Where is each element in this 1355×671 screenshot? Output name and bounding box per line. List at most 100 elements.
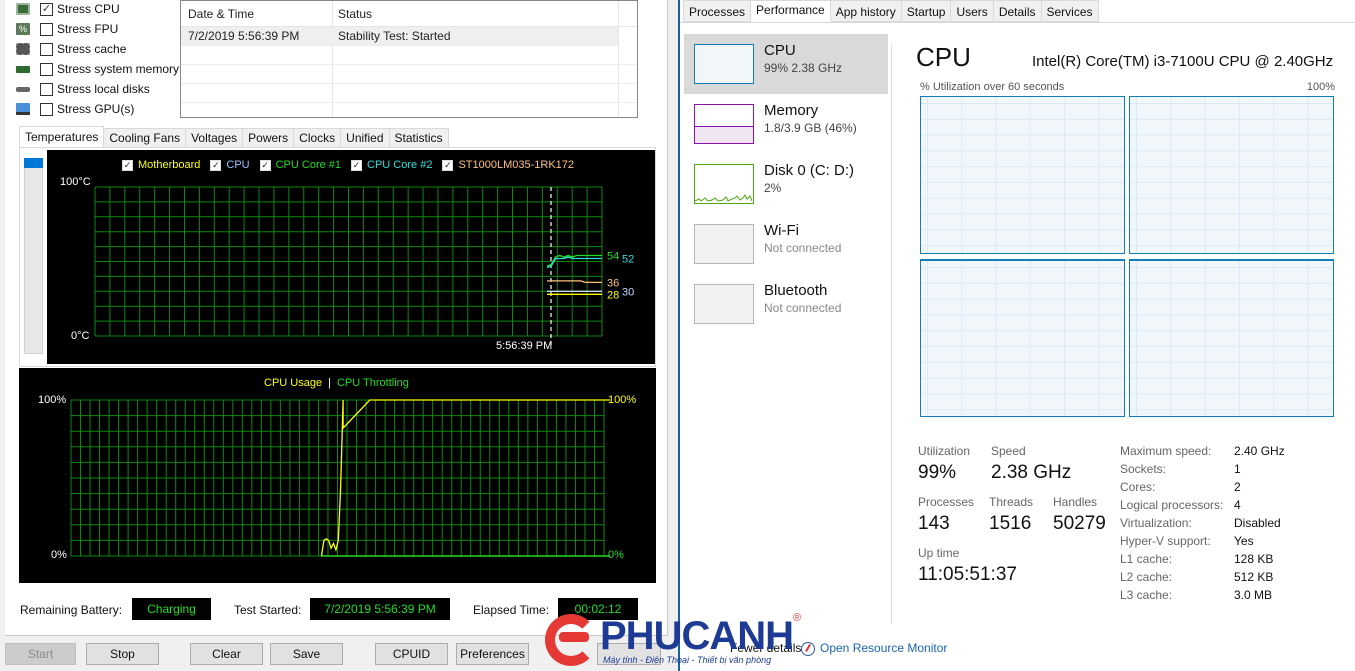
log-row-datetime: 7/2/2019 5:56:39 PM — [188, 29, 300, 43]
gpu-monitor-icon — [16, 103, 30, 115]
usage-grid — [70, 399, 605, 557]
series-end-label: 54 — [607, 251, 619, 263]
scrollbar-thumb[interactable] — [24, 158, 43, 168]
tab-processes[interactable]: Processes — [683, 0, 752, 22]
y-top-label-right: 100% — [608, 394, 636, 406]
resource-item-bluetooth[interactable]: Bluetooth Not connected — [684, 274, 888, 334]
utilization-max: 100% — [1306, 81, 1335, 93]
stress-memory-checkbox[interactable] — [40, 62, 53, 76]
y-top-label-left: 100% — [38, 394, 66, 406]
y-bottom-label-right: 0% — [608, 549, 624, 561]
stress-cache-label: Stress cache — [57, 42, 127, 56]
log-row-status: Stability Test: Started — [338, 29, 451, 43]
processes-label: Processes — [918, 495, 975, 509]
start-button[interactable]: Start — [5, 643, 76, 665]
column-header-status[interactable]: Status — [338, 7, 372, 21]
stress-cpu-checkbox[interactable]: ✓ — [40, 2, 53, 16]
stress-fpu-checkbox[interactable] — [40, 22, 53, 36]
stress-gpu-checkbox[interactable] — [40, 102, 53, 116]
spec-label: Logical processors: — [1120, 498, 1224, 512]
resource-item-wifi[interactable]: Wi-Fi Not connected — [684, 214, 888, 274]
stress-fpu-label: Stress FPU — [57, 22, 119, 36]
tab-voltages[interactable]: Voltages — [186, 128, 244, 148]
open-resource-monitor-link[interactable]: Open Resource Monitor — [820, 641, 947, 655]
temperature-series: 54 52363028 — [546, 187, 634, 346]
tab-unified[interactable]: Unified — [341, 128, 390, 148]
spec-value: 128 KB — [1234, 552, 1274, 566]
log-row-empty — [181, 46, 637, 65]
series-end-label: 28 — [607, 289, 619, 301]
series-end-label: 36 — [607, 277, 619, 289]
disk-thumbnail-graph — [694, 164, 754, 204]
tab-startup[interactable]: Startup — [901, 0, 952, 22]
resource-item-disk[interactable]: Disk 0 (C: D:) 2% — [684, 154, 888, 214]
tab-performance[interactable]: Performance — [751, 0, 831, 22]
disk-activity-sparkline — [695, 194, 752, 202]
stress-cache-checkbox[interactable] — [40, 42, 53, 56]
fpu-percent-icon: % — [16, 23, 30, 35]
tab-app-history[interactable]: App history — [830, 0, 902, 22]
event-log-table[interactable]: Date & Time Status 7/2/2019 5:56:39 PM S… — [180, 0, 638, 118]
handles-label: Handles — [1053, 495, 1098, 509]
spec-value: 512 KB — [1234, 570, 1274, 584]
resource-detail: Not connected — [764, 241, 842, 255]
tab-cooling-fans[interactable]: Cooling Fans — [104, 128, 187, 148]
log-row-empty — [181, 65, 637, 84]
logical-processor-graph-1 — [1129, 96, 1334, 254]
cache-chip-icon — [16, 43, 30, 55]
tab-clocks[interactable]: Clocks — [294, 128, 342, 148]
spec-value: 2 — [1234, 480, 1241, 494]
save-button[interactable]: Save — [270, 643, 343, 665]
tab-statistics[interactable]: Statistics — [389, 128, 449, 148]
clear-button[interactable]: Clear — [190, 643, 263, 665]
elapsed-time-label: Elapsed Time: — [473, 603, 550, 617]
memory-thumbnail-graph — [694, 104, 754, 144]
logical-processor-graph-0 — [920, 96, 1125, 254]
uptime-label: Up time — [918, 546, 960, 560]
tab-powers[interactable]: Powers — [243, 128, 295, 148]
stress-memory-label: Stress system memory — [57, 62, 180, 76]
stress-cpu-option[interactable]: ✓ Stress CPU — [16, 0, 120, 18]
spec-label: Maximum speed: — [1120, 444, 1212, 458]
memory-usage-fill — [695, 125, 753, 143]
stress-disks-checkbox[interactable] — [40, 82, 53, 96]
resource-name: Wi-Fi — [764, 222, 799, 239]
temperature-graph: ✓ Motherboard ✓ CPU ✓ CPU Core #1 ✓ CPU Core… — [47, 150, 655, 364]
stability-test-window: ✓ Stress CPU % Stress FPU Stress cache S… — [0, 0, 668, 671]
tab-details[interactable]: Details — [993, 0, 1042, 22]
resource-item-memory[interactable]: Memory 1.8/3.9 GB (46%) — [684, 94, 888, 154]
spec-label: Sockets: — [1120, 462, 1167, 476]
column-header-datetime[interactable]: Date & Time — [188, 7, 254, 21]
graph-tabs: Temperatures Cooling Fans Voltages Power… — [19, 126, 449, 148]
tab-underline — [680, 22, 1355, 23]
stress-fpu-option[interactable]: % Stress FPU — [16, 20, 118, 38]
sensor-list-scrollbar[interactable] — [24, 158, 43, 354]
series-line-cpu-core-1 — [546, 254, 602, 267]
cpuid-button[interactable]: CPUID — [375, 643, 448, 665]
preferences-button[interactable]: Preferences — [456, 643, 529, 665]
resource-name: Disk 0 (C: D:) — [764, 162, 854, 179]
stress-disks-option[interactable]: Stress local disks — [16, 80, 150, 98]
stress-gpu-option[interactable]: Stress GPU(s) — [16, 100, 134, 118]
stop-button[interactable]: Stop — [86, 643, 159, 665]
tab-temperatures[interactable]: Temperatures — [19, 126, 105, 148]
uptime-value: 11:05:51:37 — [918, 564, 1017, 585]
stress-cache-option[interactable]: Stress cache — [16, 40, 126, 58]
spec-value: 3.0 MB — [1234, 588, 1273, 602]
registered-mark: ® — [793, 612, 802, 624]
resource-detail: 99% 2.38 GHz — [764, 61, 843, 75]
disk-drive-icon — [16, 86, 30, 92]
speed-value: 2.38 GHz — [991, 462, 1072, 483]
battery-value: Charging — [132, 598, 211, 620]
log-row[interactable]: 7/2/2019 5:56:39 PM Stability Test: Star… — [181, 27, 618, 46]
usage-plot: 100% 0% 100% 0% — [38, 394, 636, 561]
stress-memory-option[interactable]: Stress system memory — [16, 60, 179, 78]
tab-services[interactable]: Services — [1041, 0, 1099, 22]
cpu-chip-icon — [16, 3, 30, 15]
tab-users[interactable]: Users — [951, 0, 994, 22]
spec-value: 1 — [1234, 462, 1241, 476]
logical-processor-graph-2 — [920, 259, 1125, 417]
resource-item-cpu[interactable]: CPU 99% 2.38 GHz — [684, 34, 888, 94]
phucanh-watermark: PHUCANH ® Máy tính - Điện Thoại - Thiết … — [545, 612, 815, 671]
memory-module-icon — [16, 65, 30, 73]
